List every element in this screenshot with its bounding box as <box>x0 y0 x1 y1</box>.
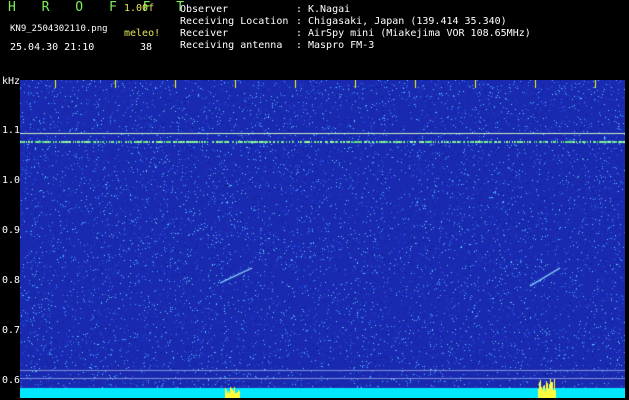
info-value-location: Chigasaki, Japan (139.414 35.340) <box>308 16 507 27</box>
y-tick-label: 1.1 <box>2 125 21 136</box>
y-tick-label: 0.7 <box>2 325 21 336</box>
datetime-label: 25.04.30 21:10 <box>10 42 95 53</box>
y-tick-label: 0.6 <box>2 375 21 386</box>
y-unit-label: kHz <box>2 76 21 87</box>
info-label-location: Receiving Location <box>180 16 289 27</box>
info-sep: : <box>296 4 303 15</box>
info-label-observer: Observer <box>180 4 229 15</box>
version-label: 1.00f <box>124 3 155 14</box>
filename-label: KN9_2504302110.png <box>10 24 108 34</box>
info-sep: : <box>296 28 303 39</box>
info-value-antenna: Maspro FM-3 <box>308 40 375 51</box>
info-value-observer: K.Nagai <box>308 4 351 15</box>
y-tick-label: 0.9 <box>2 225 21 236</box>
spectrogram-canvas <box>20 80 625 398</box>
count-label: 38 <box>140 42 153 53</box>
info-sep: : <box>296 16 303 27</box>
info-label-antenna: Receiving antenna <box>180 40 283 51</box>
info-sep: : <box>296 40 303 51</box>
info-value-receiver: AirSpy mini (Miakejima VOR 108.65MHz) <box>308 28 531 39</box>
y-tick-label: 0.8 <box>2 275 21 286</box>
y-tick-label: 1.0 <box>2 175 21 186</box>
app-title: H R O F F T <box>8 0 194 15</box>
info-label-receiver: Receiver <box>180 28 229 39</box>
meleo-label: meleo! <box>124 28 161 39</box>
